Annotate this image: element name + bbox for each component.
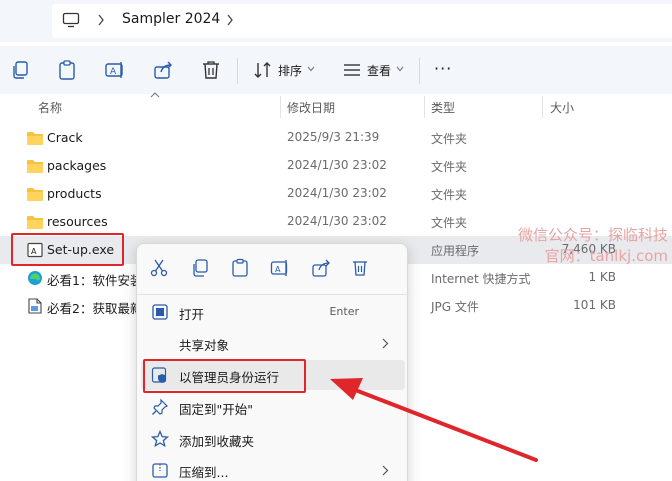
file-date: 2025/9/3 21:39 — [287, 130, 380, 144]
delete-icon[interactable] — [350, 258, 370, 278]
column-divider[interactable] — [280, 96, 281, 118]
watermark-text: 官网：tanlkj.com — [544, 247, 668, 265]
menu-item-label: 打开 — [179, 307, 205, 322]
menu-item-label: 压缩到... — [179, 465, 229, 480]
folder-icon — [27, 160, 43, 173]
svg-text:A: A — [110, 67, 117, 77]
paste-icon[interactable] — [56, 59, 78, 81]
menu-item-compress-to[interactable]: 压缩到... — [141, 455, 405, 481]
file-size: 101 KB — [573, 298, 616, 312]
copy-icon[interactable] — [190, 258, 210, 278]
context-menu-quick-actions: A — [137, 244, 409, 292]
view-button[interactable]: 查看 — [367, 62, 391, 79]
sort-up-icon — [150, 92, 160, 98]
sort-button[interactable]: 排序 — [278, 62, 302, 79]
chevron-down-icon[interactable] — [307, 66, 315, 72]
column-divider[interactable] — [542, 96, 543, 118]
cut-icon[interactable] — [149, 258, 169, 278]
chevron-right-icon[interactable] — [97, 14, 105, 26]
column-header-size[interactable]: 大小 — [550, 99, 574, 116]
column-divider[interactable] — [424, 96, 425, 118]
view-icon[interactable] — [341, 59, 363, 81]
highlight-box — [11, 233, 124, 266]
column-header-name[interactable]: 名称 — [38, 99, 62, 116]
chevron-down-icon[interactable] — [396, 66, 404, 72]
file-size: 1 KB — [588, 270, 616, 284]
rename-icon[interactable]: A — [104, 59, 126, 81]
delete-icon[interactable] — [200, 59, 222, 81]
folder-icon — [27, 132, 43, 145]
pin-icon — [152, 398, 169, 415]
star-icon — [151, 430, 169, 448]
menu-item-share-with[interactable]: 共享对象 — [141, 328, 405, 358]
menu-item-add-to-favorites[interactable]: 添加到收藏夹 — [141, 424, 405, 454]
file-date: 2024/1/30 23:02 — [287, 214, 387, 228]
file-name: Crack — [47, 130, 83, 145]
menu-item-label: 添加到收藏夹 — [179, 434, 255, 449]
rename-icon[interactable]: A — [270, 258, 290, 278]
file-date: 2024/1/30 23:02 — [287, 186, 387, 200]
file-row[interactable]: packages 2024/1/30 23:02 文件夹 — [0, 152, 672, 180]
file-name: 必看1：软件安装 — [47, 273, 143, 288]
share-icon[interactable] — [311, 258, 331, 278]
chevron-right-icon[interactable] — [226, 14, 234, 26]
file-type: JPG 文件 — [431, 300, 479, 314]
folder-icon — [27, 216, 43, 229]
menu-divider — [137, 294, 409, 295]
file-name: resources — [47, 214, 108, 229]
chevron-right-icon — [382, 338, 389, 349]
file-type: 应用程序 — [431, 244, 480, 258]
toolbar-divider — [419, 58, 420, 84]
file-date: 2024/1/30 23:02 — [287, 158, 387, 172]
file-type: Internet 快捷方式 — [431, 272, 531, 286]
share-icon[interactable] — [152, 59, 174, 81]
command-bar: A 排序 查看 ··· — [0, 46, 672, 94]
archive-icon — [152, 463, 168, 478]
address-bar: Sampler 2024 — [0, 0, 672, 42]
watermark-text: 微信公众号：探临科技 — [517, 226, 668, 244]
image-file-icon — [28, 298, 42, 314]
open-icon — [152, 304, 168, 320]
file-type: 文件夹 — [431, 188, 468, 202]
edge-shortcut-icon — [28, 271, 42, 285]
column-header-type[interactable]: 类型 — [431, 99, 455, 116]
copy-icon[interactable] — [9, 59, 31, 81]
highlight-box — [143, 359, 306, 393]
menu-item-shortcut: Enter — [329, 305, 359, 318]
more-options-button[interactable]: ··· — [434, 59, 452, 78]
folder-icon — [27, 188, 43, 201]
toolbar-divider — [237, 58, 238, 84]
menu-item-open[interactable]: 打开 Enter — [141, 297, 405, 327]
breadcrumb-folder[interactable]: Sampler 2024 — [122, 11, 220, 27]
paste-icon[interactable] — [230, 258, 250, 278]
menu-item-label: 共享对象 — [179, 338, 230, 353]
svg-text:A: A — [275, 265, 281, 274]
file-row[interactable]: Crack 2025/9/3 21:39 文件夹 — [0, 124, 672, 152]
file-type: 文件夹 — [431, 160, 468, 174]
menu-item-label: 固定到"开始" — [179, 402, 253, 417]
column-header-date[interactable]: 修改日期 — [287, 99, 335, 116]
menu-item-pin-to-start[interactable]: 固定到"开始" — [141, 392, 405, 422]
monitor-icon[interactable] — [62, 12, 80, 28]
file-row[interactable]: products 2024/1/30 23:02 文件夹 — [0, 180, 672, 208]
file-name: packages — [47, 158, 107, 173]
chevron-right-icon — [382, 465, 389, 476]
sort-icon[interactable] — [252, 59, 274, 81]
file-type: 文件夹 — [431, 216, 468, 230]
file-name: products — [47, 186, 102, 201]
file-type: 文件夹 — [431, 132, 468, 146]
file-name: 必看2：获取最新 — [47, 301, 143, 316]
